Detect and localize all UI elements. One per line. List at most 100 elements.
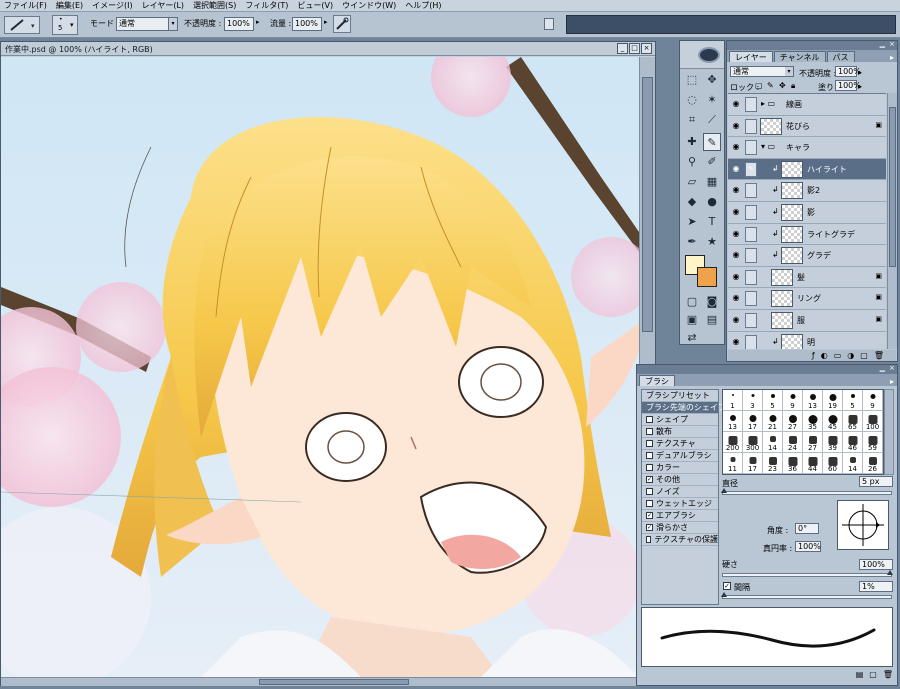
link-icon[interactable]	[745, 204, 757, 220]
slider-knob[interactable]	[721, 592, 727, 597]
layer-row-petals[interactable]: ◉ 花びら ▣	[728, 115, 886, 138]
panel-menu-icon[interactable]: ▸	[890, 53, 894, 62]
brush-preset[interactable]: 9	[863, 390, 883, 411]
history-brush-tool-icon[interactable]: ✐	[703, 153, 721, 171]
trash-icon[interactable]: 🗑︎	[883, 670, 893, 682]
trash-icon[interactable]: 🗑︎	[874, 351, 884, 360]
close-icon[interactable]: ×	[889, 40, 895, 48]
diameter-slider[interactable]	[721, 488, 892, 495]
flow-input[interactable]: 100%	[292, 17, 322, 31]
spacing-checkbox[interactable]: ✓	[723, 582, 731, 590]
eye-icon[interactable]: ◉	[731, 272, 741, 282]
link-icon[interactable]	[745, 140, 757, 156]
menu-image[interactable]: イメージ(I)	[92, 0, 132, 11]
shape-tool-icon[interactable]: ★	[703, 233, 721, 251]
link-icon[interactable]	[745, 226, 757, 242]
brush-preset[interactable]: 3	[743, 390, 763, 411]
lock-position-icon[interactable]: ✥	[779, 81, 786, 90]
layer-row-lineart[interactable]: ◉ ▸ ▭ 線画	[728, 94, 886, 116]
color-dynamics-item[interactable]: カラー	[642, 462, 718, 474]
brush-link-icon[interactable]: ✎	[745, 161, 757, 177]
tool-preset-picker[interactable]: ▾	[4, 16, 40, 34]
hardness-input[interactable]: 100%	[859, 559, 893, 570]
protect-texture-item[interactable]: テクスチャの保護	[642, 534, 718, 546]
eye-icon[interactable]: ◉	[731, 250, 741, 260]
link-icon[interactable]	[745, 248, 757, 264]
brush-preset[interactable]: 35	[803, 411, 823, 432]
group-collapse-icon[interactable]: ▾ ▭	[761, 142, 775, 151]
screen-mode-full-icon[interactable]: ▤	[703, 311, 721, 329]
checkbox[interactable]	[646, 416, 653, 423]
menu-filter[interactable]: フィルタ(T)	[245, 0, 288, 11]
marquee-tool-icon[interactable]: ⬚	[683, 71, 701, 89]
link-icon[interactable]	[745, 269, 757, 285]
brush-preset[interactable]: 17	[743, 453, 763, 474]
menu-layer[interactable]: レイヤー(L)	[142, 0, 184, 11]
brush-angle-roundness-widget[interactable]	[837, 500, 889, 550]
eye-icon[interactable]: ◉	[731, 315, 741, 325]
gradient-tool-icon[interactable]: ▦	[703, 173, 721, 191]
layer-row-light[interactable]: ◉ ↲ 明	[728, 331, 886, 349]
checkbox[interactable]	[646, 536, 652, 543]
healing-brush-tool-icon[interactable]: ✚	[683, 133, 701, 151]
screen-mode-icon[interactable]: ▣	[683, 311, 701, 329]
eye-icon[interactable]: ◉	[731, 337, 741, 347]
brush-preset[interactable]: 5	[843, 390, 863, 411]
menu-file[interactable]: ファイル(F)	[4, 0, 47, 11]
angle-input[interactable]: 0°	[795, 523, 819, 534]
brush-preset[interactable]: 65	[843, 411, 863, 432]
smoothing-item[interactable]: ✓ 滑らかさ	[642, 522, 718, 534]
dual-brush-item[interactable]: デュアルブラシ	[642, 450, 718, 462]
link-icon[interactable]	[745, 183, 757, 199]
slice-tool-icon[interactable]: ⟋	[703, 111, 721, 129]
layer-row-ring[interactable]: ◉ リング ▣	[728, 288, 886, 310]
opacity-arrow-icon[interactable]: ▸	[858, 68, 862, 77]
slider-knob[interactable]	[721, 488, 727, 493]
link-icon[interactable]	[745, 312, 757, 328]
brush-preset[interactable]: 46	[843, 432, 863, 453]
brush-preset[interactable]: 26	[863, 453, 883, 474]
brush-preset[interactable]: 27	[783, 411, 803, 432]
eye-icon[interactable]: ◉	[731, 121, 741, 131]
jump-to-icon[interactable]: ⇄	[683, 329, 701, 347]
link-icon[interactable]	[745, 291, 757, 307]
mode-select[interactable]: 通常 ▾	[116, 17, 178, 31]
magic-wand-tool-icon[interactable]: ✶	[703, 91, 721, 109]
file-browser-icon[interactable]	[544, 18, 554, 30]
pen-tool-icon[interactable]: ✒	[683, 233, 701, 251]
link-icon[interactable]	[745, 118, 757, 134]
scroll-thumb[interactable]	[889, 107, 896, 267]
brush-preset[interactable]: 44	[803, 453, 823, 474]
toggle-panel-icon[interactable]: ▤	[856, 670, 864, 682]
close-button[interactable]: ×	[641, 43, 652, 54]
menu-help[interactable]: ヘルプ(H)	[405, 0, 441, 11]
layers-scrollbar[interactable]	[887, 93, 897, 349]
maximize-button[interactable]: □	[629, 43, 640, 54]
brush-preset[interactable]: 13	[723, 411, 743, 432]
eye-icon[interactable]: ◉	[731, 229, 741, 239]
lasso-tool-icon[interactable]: ◌	[683, 91, 701, 109]
layer-row-hair[interactable]: ◉ 髪 ▣	[728, 266, 886, 289]
checkbox[interactable]	[646, 440, 653, 447]
spacing-input[interactable]: 1%	[859, 581, 893, 592]
hardness-slider[interactable]	[722, 570, 893, 577]
shape-dynamics-item[interactable]: シェイプ	[642, 414, 718, 426]
roundness-input[interactable]: 100%	[795, 541, 821, 552]
brush-preset[interactable]: 200	[723, 432, 743, 453]
new-layer-icon[interactable]: ▢	[860, 351, 868, 360]
layer-row-shadow[interactable]: ◉ ↲ 影	[728, 201, 886, 224]
stamp-tool-icon[interactable]: ⚲	[683, 153, 701, 171]
eye-icon[interactable]: ◉	[731, 185, 741, 195]
brush-preset[interactable]: 59	[863, 432, 883, 453]
lock-image-icon[interactable]: ✎	[767, 81, 774, 90]
blur-tool-icon[interactable]: ◆	[683, 193, 701, 211]
new-group-icon[interactable]: ▭	[834, 351, 842, 360]
airbrush-item[interactable]: ✓ エアブラシ	[642, 510, 718, 522]
minimize-button[interactable]: _	[617, 43, 628, 54]
checkbox-checked[interactable]: ✓	[646, 512, 653, 519]
adjustment-layer-icon[interactable]: ◑	[847, 351, 854, 360]
diameter-input[interactable]: 5 px	[859, 476, 893, 487]
eye-icon[interactable]: ◉	[731, 207, 741, 217]
layer-row-chara[interactable]: ◉ ▾ ▭ キャラ	[728, 137, 886, 159]
menu-select[interactable]: 選択範囲(S)	[193, 0, 236, 11]
